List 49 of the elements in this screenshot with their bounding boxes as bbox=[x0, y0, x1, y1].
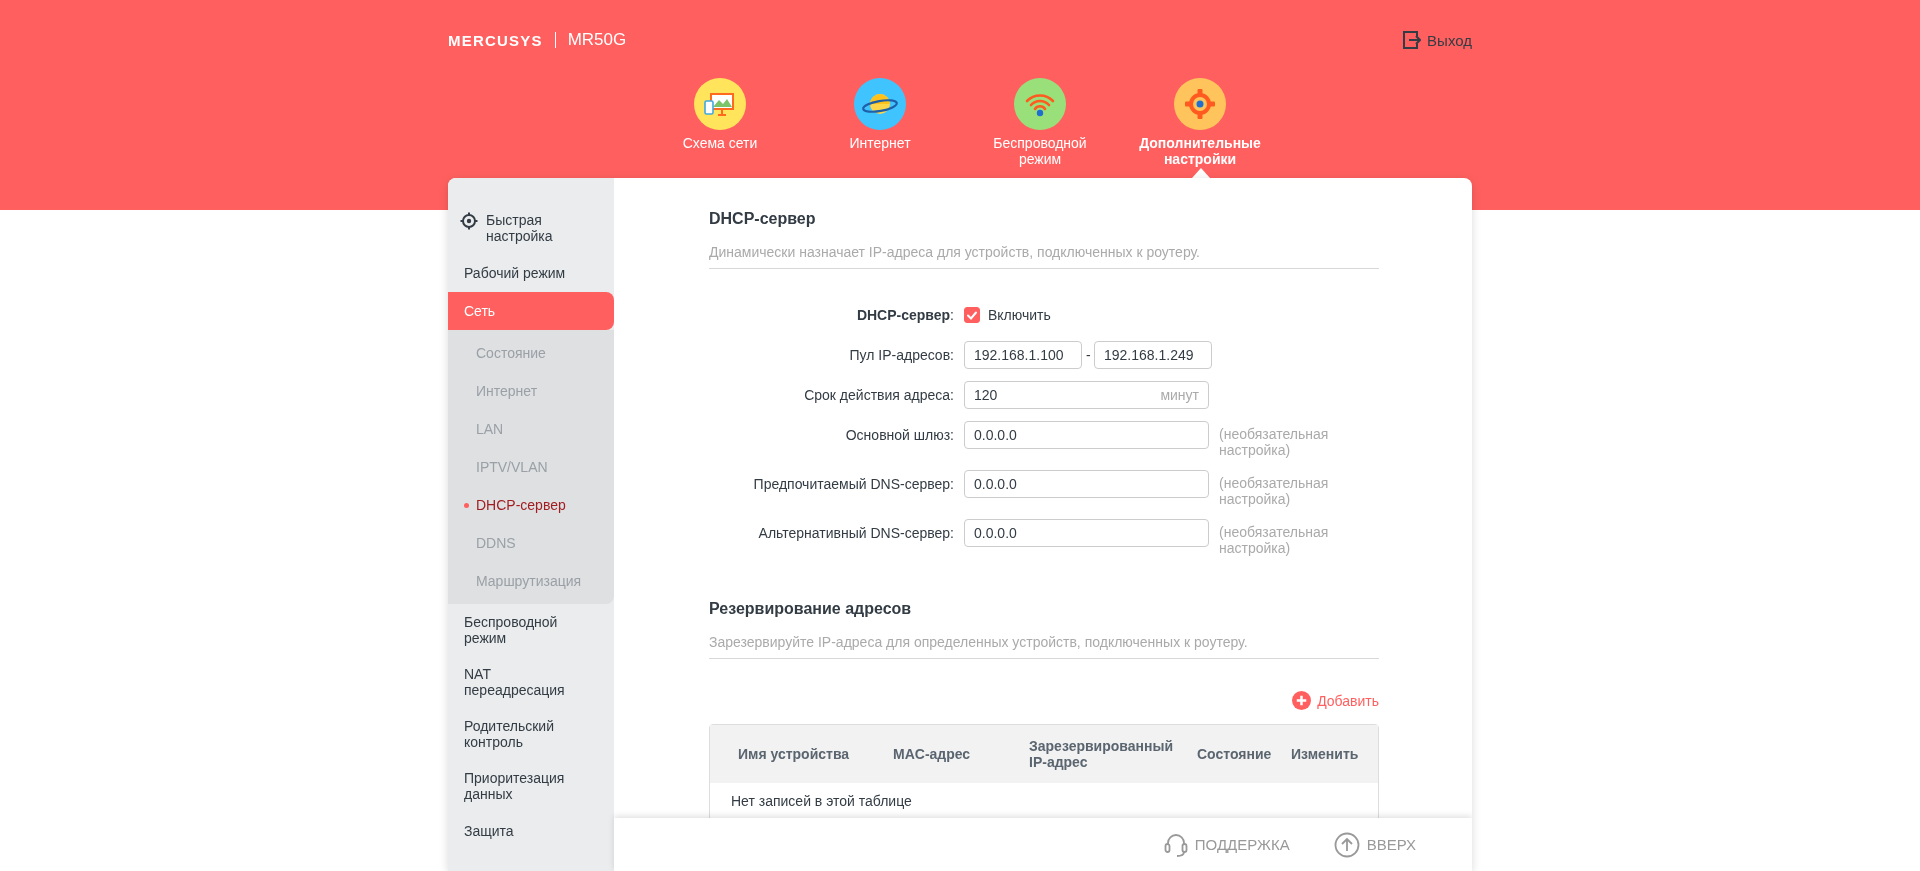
sidebar-item[interactable]: Защита bbox=[448, 812, 614, 850]
field-label: Предпочитаемый DNS-сервер: bbox=[752, 475, 954, 494]
sidebar-item[interactable]: NAT переадресация bbox=[448, 656, 614, 708]
sidebar-item[interactable]: Родительский контроль bbox=[448, 708, 614, 760]
optional-note: (необязательная настройка) bbox=[1219, 425, 1330, 458]
optional-note: (необязательная настройка) bbox=[1219, 523, 1330, 556]
planet-icon bbox=[854, 78, 906, 130]
add-button[interactable]: Добавить bbox=[1292, 691, 1379, 710]
wifi-icon bbox=[1014, 78, 1066, 130]
input-field[interactable]: 192.168.1.100 bbox=[964, 341, 1082, 369]
column-header: Изменить bbox=[1291, 746, 1360, 762]
column-header: Имя устройства bbox=[738, 746, 851, 762]
arrow-up-icon bbox=[1333, 831, 1360, 858]
enable-checkbox[interactable]: Включить bbox=[964, 301, 1051, 329]
input-field[interactable]: 0.0.0.0 bbox=[964, 470, 1209, 498]
field-label: Пул IP-адресов: bbox=[848, 346, 954, 365]
sidebar-item[interactable]: Рабочий режим bbox=[448, 254, 614, 292]
field-label: Срок действия адреса: bbox=[803, 386, 954, 405]
section-description: Зарезервируйте IP-адреса для определенных устройств, подключенных к роутеру. bbox=[709, 634, 1379, 659]
model-name: MR50G bbox=[567, 30, 627, 50]
submenu-item[interactable]: DHCP-сервер bbox=[448, 486, 614, 524]
plus-icon bbox=[1292, 691, 1312, 710]
gear-icon bbox=[1174, 78, 1226, 130]
column-header: MAC-адрес bbox=[893, 746, 972, 762]
input-field[interactable]: 0.0.0.0 bbox=[964, 421, 1209, 449]
empty-message: Нет записей в этой таблице bbox=[730, 792, 913, 811]
logout-button[interactable]: Выход bbox=[1401, 30, 1472, 50]
active-dot-icon bbox=[464, 503, 469, 508]
unit-label: минут bbox=[1160, 387, 1199, 403]
sidebar-item[interactable]: Быстрая настройка bbox=[448, 202, 614, 254]
monitor-icon bbox=[694, 78, 746, 130]
field-label: Альтернативный DNS-сервер: bbox=[757, 524, 954, 543]
sidebar-item[interactable]: Беспроводной режим bbox=[448, 604, 614, 656]
sidebar-item[interactable]: Приоритезация данных bbox=[448, 760, 614, 812]
gear-icon bbox=[460, 212, 478, 230]
input-field[interactable]: 192.168.1.249 bbox=[1094, 341, 1212, 369]
column-header: Состояние bbox=[1197, 746, 1273, 762]
field-label: Основной шлюз: bbox=[844, 426, 954, 445]
section-title: DHCP-сервер bbox=[709, 210, 817, 228]
brand-logo: MERCUSYS bbox=[448, 31, 543, 49]
section-title: Резервирование адресов bbox=[709, 600, 913, 618]
headset-icon bbox=[1163, 831, 1188, 858]
section-description: Динамически назначает IP-адреса для устройств, подключенных к роутеру. bbox=[709, 244, 1379, 269]
optional-note: (необязательная настройка) bbox=[1219, 474, 1330, 507]
input-field[interactable]: 0.0.0.0 bbox=[964, 519, 1209, 547]
logout-icon bbox=[1401, 30, 1422, 50]
range-separator: - bbox=[1086, 347, 1090, 363]
field-label: DHCP-сервер: bbox=[855, 306, 954, 325]
column-header: Зарезервированный IP-адрес bbox=[1029, 738, 1174, 770]
